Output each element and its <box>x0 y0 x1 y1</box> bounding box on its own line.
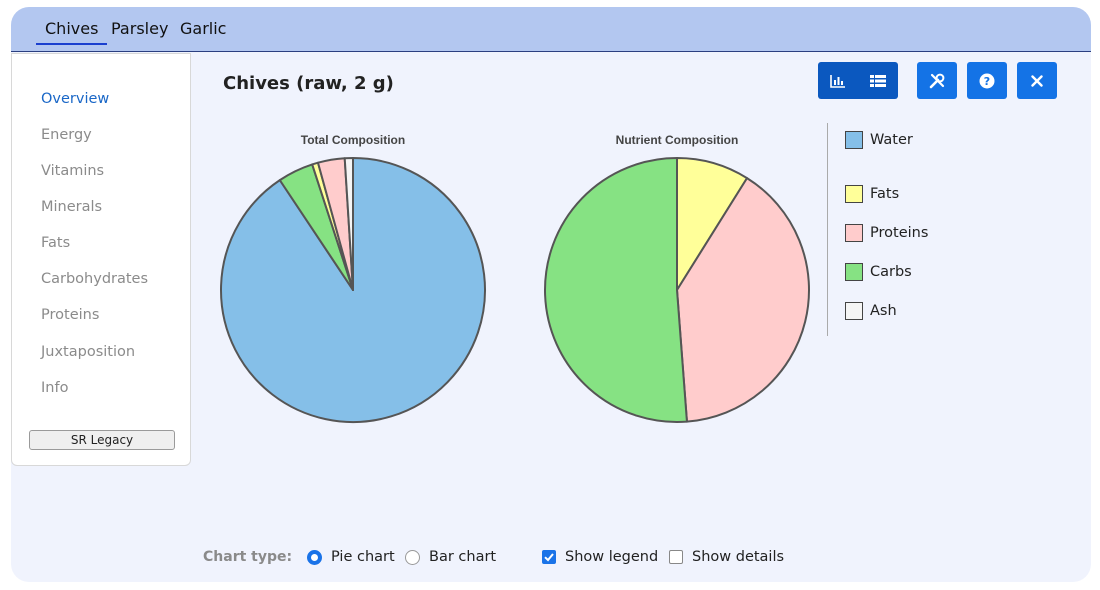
bar-chart-label: Bar chart <box>429 549 497 565</box>
bar-chart-radio[interactable]: Bar chart <box>405 549 496 565</box>
show-details-label: Show details <box>692 549 785 565</box>
checkbox-unchecked-icon <box>669 550 683 564</box>
checkbox-checked-icon <box>542 550 556 564</box>
app-window: Chives Parsley Garlic Overview Energy Vi… <box>11 7 1091 582</box>
charts-area: Total Composition Nutrient Composition <box>220 133 810 423</box>
chart-type-label: Chart type: <box>203 549 293 565</box>
legend-swatch <box>845 302 863 320</box>
legend-swatch <box>845 224 863 242</box>
pie-nutrient-composition <box>544 157 810 423</box>
show-legend-label: Show legend <box>565 549 659 565</box>
pie-chart-radio[interactable]: Pie chart <box>307 549 395 565</box>
legend-swatch <box>845 131 863 149</box>
pie-chart-label: Pie chart <box>331 549 395 565</box>
legend-item-carbs[interactable]: Carbs <box>845 263 912 281</box>
pie-total-composition <box>220 156 486 423</box>
legend-label: Carbs <box>870 264 912 280</box>
pie-slice-carbs[interactable] <box>544 157 688 423</box>
legend-label: Fats <box>870 186 900 202</box>
show-details-checkbox[interactable]: Show details <box>669 549 784 565</box>
radio-selected-icon <box>307 549 322 565</box>
legend-swatch <box>845 185 863 203</box>
legend-swatch <box>845 263 863 281</box>
legend-label: Water <box>870 132 913 148</box>
legend-label: Proteins <box>870 225 929 241</box>
chart-controls: Chart type: Pie chart Bar chart Show leg… <box>11 547 1091 569</box>
legend-item-ash[interactable]: Ash <box>845 302 897 320</box>
legend-item-fats[interactable]: Fats <box>845 185 899 203</box>
legend-item-proteins[interactable]: Proteins <box>845 224 928 242</box>
radio-unselected-icon <box>405 549 420 565</box>
legend-divider <box>827 123 828 336</box>
show-legend-checkbox[interactable]: Show legend <box>542 549 658 565</box>
legend-item-water[interactable]: Water <box>845 131 913 149</box>
chart-title-nutrient: Nutrient Composition <box>616 133 739 147</box>
legend-label: Ash <box>870 303 897 319</box>
chart-title-total: Total Composition <box>301 133 405 147</box>
